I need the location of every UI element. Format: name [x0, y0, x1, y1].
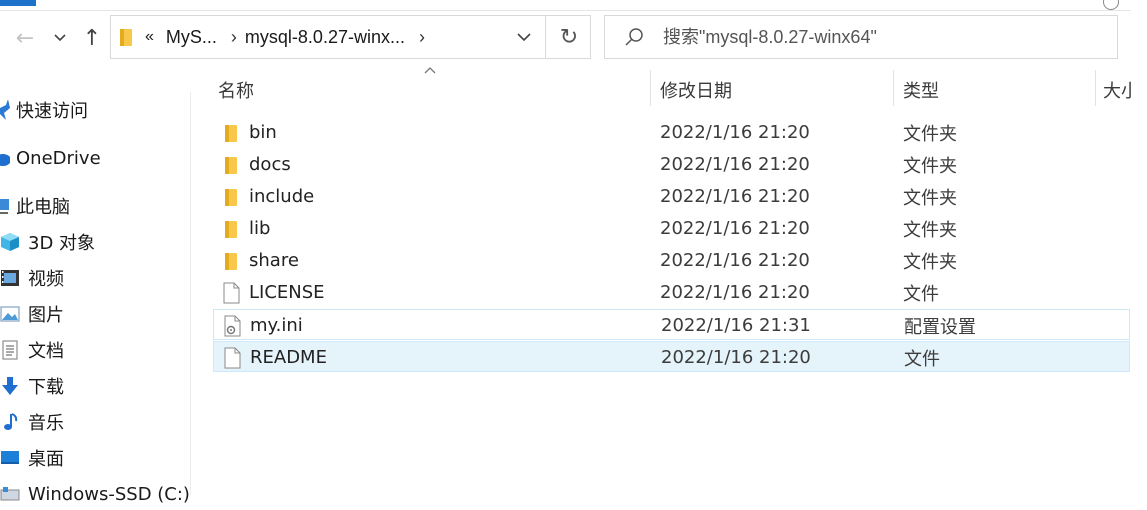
music-icon — [4, 413, 18, 430]
file-row-my-ini[interactable]: my.ini 2022/1/16 21:31 配置设置 — [213, 309, 1130, 340]
back-button[interactable]: ← — [10, 22, 40, 54]
cube-icon — [1, 233, 19, 251]
sidebar-item-drive-c[interactable]: Windows-SSD (C:) — [0, 478, 190, 510]
refresh-icon: ↻ — [559, 24, 579, 50]
file-date: 2022/1/16 21:20 — [660, 282, 810, 303]
video-icon — [1, 270, 19, 286]
up-button[interactable]: ↑ — [78, 22, 106, 54]
sidebar-item-desktop[interactable]: 桌面 — [0, 442, 64, 474]
file-date: 2022/1/16 21:20 — [660, 218, 810, 239]
file-type: 文件夹 — [903, 219, 957, 241]
file-row-lib[interactable]: lib 2022/1/16 21:20 文件夹 — [213, 213, 1130, 244]
file-type: 文件 — [904, 348, 940, 370]
file-row-license[interactable]: LICENSE 2022/1/16 21:20 文件 — [213, 277, 1130, 308]
file-row-bin[interactable]: bin 2022/1/16 21:20 文件夹 — [213, 117, 1130, 148]
file-date: 2022/1/16 21:31 — [661, 315, 811, 336]
file-type: 文件夹 — [903, 123, 957, 145]
drive-icon — [0, 487, 20, 501]
column-divider[interactable] — [893, 70, 894, 106]
breadcrumb: « MyS... › mysql-8.0.27-winx... › — [145, 16, 433, 58]
picture-icon — [0, 306, 20, 322]
file-date: 2022/1/16 21:20 — [660, 154, 810, 175]
breadcrumb-overflow[interactable]: « — [145, 28, 154, 46]
sidebar-item-videos[interactable]: 视频 — [0, 262, 64, 294]
folder-icon — [225, 124, 237, 142]
file-name: lib — [249, 218, 271, 239]
document-icon — [2, 340, 18, 360]
download-icon — [2, 377, 18, 395]
folder-icon — [225, 220, 237, 238]
star-icon — [0, 100, 10, 120]
file-row-include[interactable]: include 2022/1/16 21:20 文件夹 — [213, 181, 1130, 212]
arrow-up-icon: ↑ — [82, 25, 102, 51]
file-name: include — [249, 186, 315, 207]
desktop-icon — [1, 451, 19, 464]
file-name: share — [249, 250, 299, 271]
file-row-docs[interactable]: docs 2022/1/16 21:20 文件夹 — [213, 149, 1130, 180]
breadcrumb-item-mysql[interactable]: MyS... — [166, 27, 217, 48]
search-icon — [625, 28, 643, 46]
file-icon — [224, 347, 241, 368]
navigation-pane: 快速访问 OneDrive 此电脑 3D 对象 视频 图片 文档 下载 音乐 桌… — [0, 92, 191, 505]
column-divider[interactable] — [650, 70, 651, 106]
sidebar-item-downloads[interactable]: 下载 — [0, 370, 64, 402]
file-type: 文件夹 — [903, 155, 957, 177]
column-header-type[interactable]: 类型 — [903, 72, 939, 108]
sidebar-item-pictures[interactable]: 图片 — [0, 298, 64, 330]
address-history-dropdown[interactable] — [511, 16, 537, 58]
breadcrumb-separator[interactable]: › — [419, 27, 425, 48]
breadcrumb-item-mysql-winx64[interactable]: mysql-8.0.27-winx... — [245, 27, 405, 48]
folder-icon — [225, 252, 237, 270]
address-bar[interactable]: « MyS... › mysql-8.0.27-winx... › ↻ — [110, 15, 591, 59]
file-row-share[interactable]: share 2022/1/16 21:20 文件夹 — [213, 245, 1130, 276]
tab-accent — [0, 0, 36, 6]
file-type: 文件夹 — [903, 187, 957, 209]
chevron-down-icon — [517, 32, 531, 41]
sort-ascending-icon — [424, 67, 436, 74]
config-file-icon — [224, 315, 241, 336]
breadcrumb-separator[interactable]: › — [231, 27, 237, 48]
sidebar-item-this-pc[interactable]: 此电脑 — [0, 190, 70, 222]
column-divider[interactable] — [1095, 70, 1096, 106]
chevron-down-icon — [54, 34, 66, 42]
file-name: docs — [249, 154, 291, 175]
window-top-strip — [0, 0, 1147, 11]
column-header-date[interactable]: 修改日期 — [660, 72, 732, 108]
file-name: bin — [249, 122, 277, 143]
file-name: my.ini — [250, 315, 303, 336]
file-date: 2022/1/16 21:20 — [661, 347, 811, 368]
sidebar-item-onedrive[interactable]: OneDrive — [0, 142, 101, 174]
file-date: 2022/1/16 21:20 — [660, 250, 810, 271]
sidebar-item-quick-access[interactable]: 快速访问 — [0, 94, 88, 126]
arrow-left-icon: ← — [15, 25, 35, 51]
file-name: LICENSE — [249, 282, 325, 303]
column-header-name[interactable]: 名称 — [218, 72, 254, 108]
computer-icon — [0, 199, 9, 214]
refresh-button[interactable]: ↻ — [545, 16, 592, 58]
window-edge — [1131, 0, 1147, 495]
file-date: 2022/1/16 21:20 — [660, 122, 810, 143]
sidebar-item-music[interactable]: 音乐 — [0, 406, 64, 438]
sidebar-item-3d-objects[interactable]: 3D 对象 — [0, 226, 95, 258]
window-corner-control[interactable] — [1103, 0, 1119, 10]
file-date: 2022/1/16 21:20 — [660, 186, 810, 207]
search-box[interactable] — [604, 15, 1118, 59]
file-name: README — [250, 347, 327, 368]
file-icon — [223, 282, 240, 303]
folder-icon — [225, 156, 237, 174]
file-type: 文件 — [903, 283, 939, 305]
file-type: 配置设置 — [904, 316, 976, 338]
file-row-readme[interactable]: README 2022/1/16 21:20 文件 — [213, 341, 1130, 372]
folder-icon — [120, 29, 132, 46]
folder-icon — [225, 188, 237, 206]
cloud-icon — [0, 154, 10, 166]
recent-locations-button[interactable] — [48, 22, 72, 54]
file-type: 文件夹 — [903, 251, 957, 273]
sidebar-item-documents[interactable]: 文档 — [0, 334, 64, 366]
search-input[interactable] — [663, 24, 1103, 50]
